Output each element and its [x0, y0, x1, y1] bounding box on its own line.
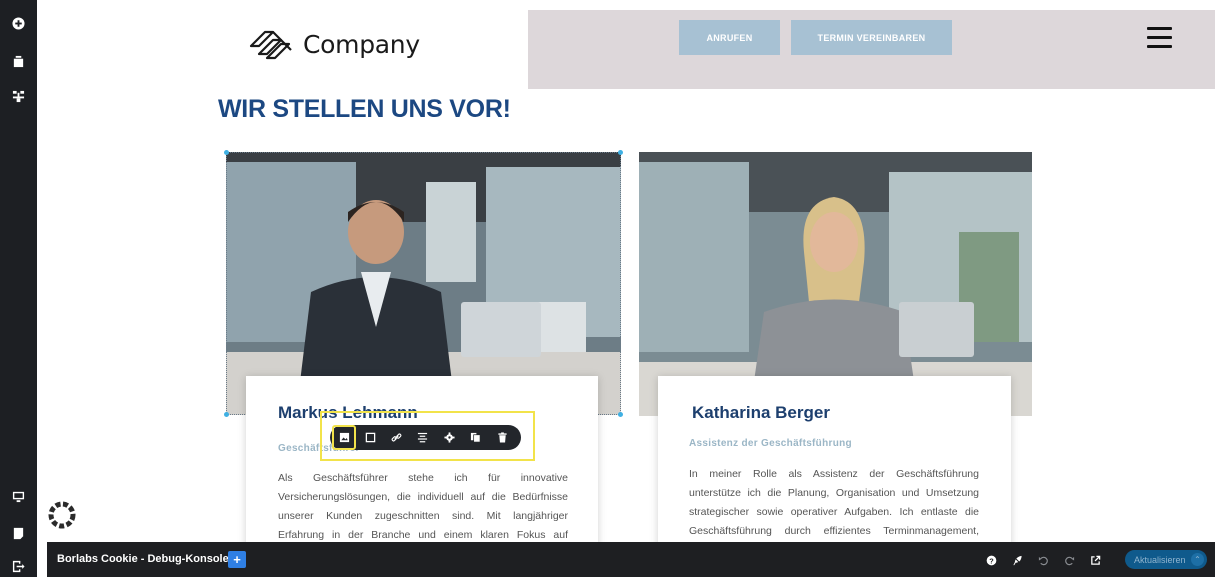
desktop-icon[interactable]: [0, 483, 37, 509]
update-label: Aktualisieren: [1134, 554, 1186, 565]
member-bio: Als Geschäftsführer stehe ich für innova…: [278, 472, 568, 541]
team-card-katharina: Katharina Berger Assistenz der Geschäfts…: [658, 376, 1011, 556]
layout-icon[interactable]: [0, 83, 37, 109]
image-element-toolbar: [330, 425, 521, 450]
redo-icon[interactable]: [1061, 552, 1077, 568]
section-heading: WIR STELLEN UNS VOR!: [218, 95, 511, 123]
align-icon[interactable]: [410, 425, 434, 450]
logo-text: Company: [303, 29, 420, 59]
console-title: Borlabs Cookie - Debug-Konsole: [57, 553, 229, 565]
member-bio: In meiner Rolle als Assistenz der Geschä…: [689, 468, 979, 537]
feather-icon[interactable]: [1009, 552, 1025, 568]
page-icon[interactable]: [0, 48, 37, 74]
undo-icon[interactable]: [1035, 552, 1051, 568]
image-icon[interactable]: [332, 425, 356, 450]
team-card-markus: Markus Lehmann Geschäftsführer Als Gesch…: [246, 376, 598, 556]
member-name: Katharina Berger: [692, 403, 830, 422]
copy-icon[interactable]: [463, 425, 487, 450]
add-icon[interactable]: [0, 10, 37, 36]
help-icon[interactable]: ?: [983, 552, 999, 568]
console-expand-button[interactable]: +: [228, 551, 246, 568]
link-icon[interactable]: [384, 425, 408, 450]
logo-mark-icon: [249, 30, 292, 60]
external-link-icon[interactable]: [1087, 552, 1103, 568]
cookie-debug-console: Borlabs Cookie - Debug-Konsole + ? Aktua…: [47, 542, 1215, 577]
appointment-button[interactable]: TERMIN VEREINBAREN: [791, 20, 952, 55]
page-canvas: Company ANRUFEN TERMIN VEREINBAREN WIR S…: [37, 0, 1215, 577]
update-button[interactable]: Aktualisieren ⌃: [1125, 550, 1207, 569]
builder-sidebar: [0, 0, 37, 577]
header-band: ANRUFEN TERMIN VEREINBAREN: [528, 10, 1215, 89]
member-role: Assistenz der Geschäftsführung: [689, 438, 852, 449]
menu-icon[interactable]: [1147, 27, 1172, 48]
chevron-up-icon[interactable]: ⌃: [1191, 553, 1204, 566]
company-logo[interactable]: Company: [247, 24, 420, 64]
frame-icon[interactable]: [358, 425, 382, 450]
gear-icon[interactable]: [437, 425, 461, 450]
loading-spinner-icon: [48, 501, 76, 529]
template-icon[interactable]: [0, 520, 37, 546]
call-button[interactable]: ANRUFEN: [679, 20, 780, 55]
exit-icon[interactable]: [0, 553, 37, 579]
svg-text:?: ?: [989, 556, 994, 565]
trash-icon[interactable]: [490, 425, 514, 450]
